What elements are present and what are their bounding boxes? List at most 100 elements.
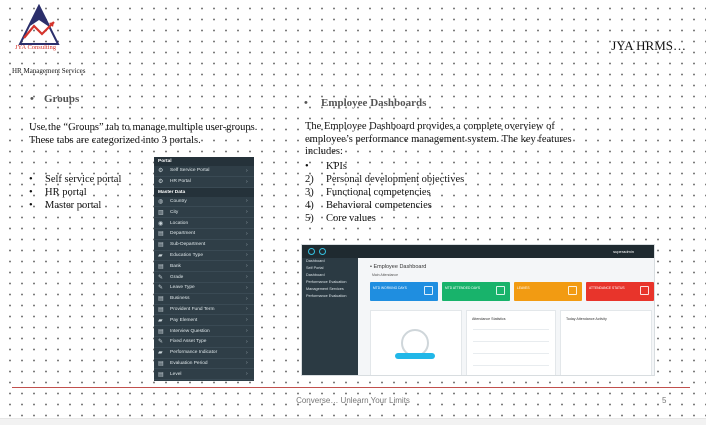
stat-card: MTD ATTENDED DAYS xyxy=(442,282,510,301)
bank-icon: ▤ xyxy=(158,263,164,270)
location-icon: ◉ xyxy=(158,220,164,227)
gear-icon: ⚙ xyxy=(158,168,164,175)
dashboard-sidebar-item: Performance Evaluation xyxy=(306,280,347,284)
page-number: 5 xyxy=(662,396,667,405)
list-item: • Self service portal xyxy=(29,173,121,186)
list-item-label: Functional competencies xyxy=(326,187,431,198)
sidebar-screenshot: Portal ⚙ Self Service Portal › ⚙ HR Portal › … xyxy=(154,157,254,381)
stat-card-label: MTD WORKING DAYS xyxy=(373,286,407,290)
bullet: • xyxy=(29,174,33,185)
sidebar-item: ◍ Country › xyxy=(154,197,254,208)
sidebar-item-label: Sub-Department xyxy=(170,242,206,248)
sidebar-item-label: Bank xyxy=(170,263,181,269)
calendar-icon xyxy=(496,286,505,295)
list-item: • KPIs xyxy=(305,160,464,173)
bank-icon: ▤ xyxy=(158,242,164,249)
bank-icon: ▤ xyxy=(158,231,164,238)
sidebar-item: ▤ Level › xyxy=(154,369,254,381)
dashboard-main: • Employee Dashboard Main Attendance MTD… xyxy=(358,258,654,375)
stat-card: MTD WORKING DAYS xyxy=(370,282,438,301)
sidebar-item: ✎ Grade › xyxy=(154,272,254,283)
sidebar-item: ▰ Performance Indicator › xyxy=(154,348,254,359)
dashboard-heading: • Employee Dashboards xyxy=(304,97,426,109)
sidebar-item: ▥ City › xyxy=(154,207,254,219)
bullet: • xyxy=(30,93,34,105)
sidebar-item: ⚙ Self Service Portal › xyxy=(154,166,254,177)
menu-icon xyxy=(308,248,315,255)
chevron-right-icon: › xyxy=(246,263,248,270)
sidebar-item-label: Evaluation Period xyxy=(170,360,208,366)
sidebar-item-label: Country xyxy=(170,198,187,204)
list-item-label: Core values xyxy=(326,213,376,224)
sidebar-item: ▤ Interview Question › xyxy=(154,326,254,337)
question-icon: ▤ xyxy=(158,328,164,335)
sidebar-item: ▤ Bank › xyxy=(154,261,254,273)
dashboard-sidebar-item: Self Portal xyxy=(306,266,324,270)
chevron-right-icon: › xyxy=(246,198,248,205)
chevron-right-icon: › xyxy=(246,241,248,248)
list-item: 3) Functional competencies xyxy=(305,186,464,199)
list-item-label: Master portal xyxy=(45,200,102,211)
sidebar-item-label: Self Service Portal xyxy=(170,168,210,174)
chevron-right-icon: › xyxy=(246,284,248,291)
sidebar-item: ⚙ HR Portal › xyxy=(154,177,254,188)
list-item-label: Behavioral competencies xyxy=(326,200,432,211)
logo-text: JYA Consulting xyxy=(15,44,56,51)
stat-card: LEAVES xyxy=(514,282,582,301)
dashboard-title: • Employee Dashboard xyxy=(370,264,427,270)
list-item: 4) Behavioral competencies xyxy=(305,199,464,212)
stat-card-label: LEAVES xyxy=(517,286,530,290)
chevron-right-icon: › xyxy=(246,274,248,281)
dashboard-sidebar-item: Performance Evaluation xyxy=(306,294,347,298)
leave-icon: ✎ xyxy=(158,285,164,292)
list-item: 2) Personal development objectives xyxy=(305,173,464,186)
gear-icon: ⚙ xyxy=(158,179,164,186)
globe-icon: ◍ xyxy=(158,198,164,205)
bullet: • xyxy=(29,200,33,211)
dashboard-sidebar-item: Dashboard xyxy=(306,273,325,277)
chevron-right-icon: › xyxy=(246,167,248,174)
sidebar-section-master-data: Master Data xyxy=(154,187,254,197)
sidebar-item: ▤ Evaluation Period › xyxy=(154,359,254,370)
sidebar-item-label: Fixed Asset Type xyxy=(170,339,207,345)
sidebar-item-label: Provident Fund Term xyxy=(170,306,215,312)
sidebar-item-label: Level xyxy=(170,371,182,377)
chevron-right-icon: › xyxy=(246,306,248,313)
business-icon: ▤ xyxy=(158,296,164,303)
sidebar-section-portal: Portal xyxy=(154,157,254,166)
home-icon xyxy=(319,248,326,255)
dashboard-heading-text: Employee Dashboards xyxy=(321,97,427,109)
stat-card-label: MTD ATTENDED DAYS xyxy=(445,286,481,290)
list-item-number: 3) xyxy=(305,187,314,198)
panel-title: Attendance Statistics xyxy=(472,317,506,321)
stat-card: ATTENDANCE STATUS xyxy=(586,282,654,301)
stat-card-label: ATTENDANCE STATUS xyxy=(589,286,625,290)
sidebar-item-label: City xyxy=(170,209,179,215)
list-item-label: Self service portal xyxy=(45,174,122,185)
groups-description: Use the “Groups” tab to manage multiple … xyxy=(29,122,258,146)
bullet: • xyxy=(304,97,308,109)
chevron-right-icon: › xyxy=(246,349,248,356)
chevron-right-icon: › xyxy=(246,338,248,345)
chevron-right-icon: › xyxy=(246,230,248,237)
grade-icon: ✎ xyxy=(158,274,164,281)
list-item-number: 4) xyxy=(305,200,314,211)
sidebar-item-label: Business xyxy=(170,296,190,302)
pay-icon: ▰ xyxy=(158,317,163,324)
sidebar-item: ◉ Location › xyxy=(154,218,254,229)
asset-icon: ✎ xyxy=(158,339,164,346)
fund-icon: ▤ xyxy=(158,306,164,313)
chevron-right-icon: › xyxy=(246,209,248,216)
feature-list: • KPIs 2) Personal development objectives 3)… xyxy=(305,160,464,225)
list-item: • Master portal xyxy=(29,199,121,212)
summary-panel xyxy=(370,310,462,375)
sidebar-item-label: Pay Element xyxy=(170,317,198,323)
education-icon: ▰ xyxy=(158,252,163,259)
dashboard-topbar: superadmin xyxy=(302,245,654,258)
list-item: 5) Core values xyxy=(305,212,464,225)
groups-heading-text: Groups xyxy=(44,93,80,105)
chevron-right-icon: › xyxy=(246,220,248,227)
dashboard-sidebar-item: Management Services xyxy=(306,287,344,291)
footer-divider xyxy=(12,387,690,388)
indicator-icon: ▰ xyxy=(158,350,163,357)
